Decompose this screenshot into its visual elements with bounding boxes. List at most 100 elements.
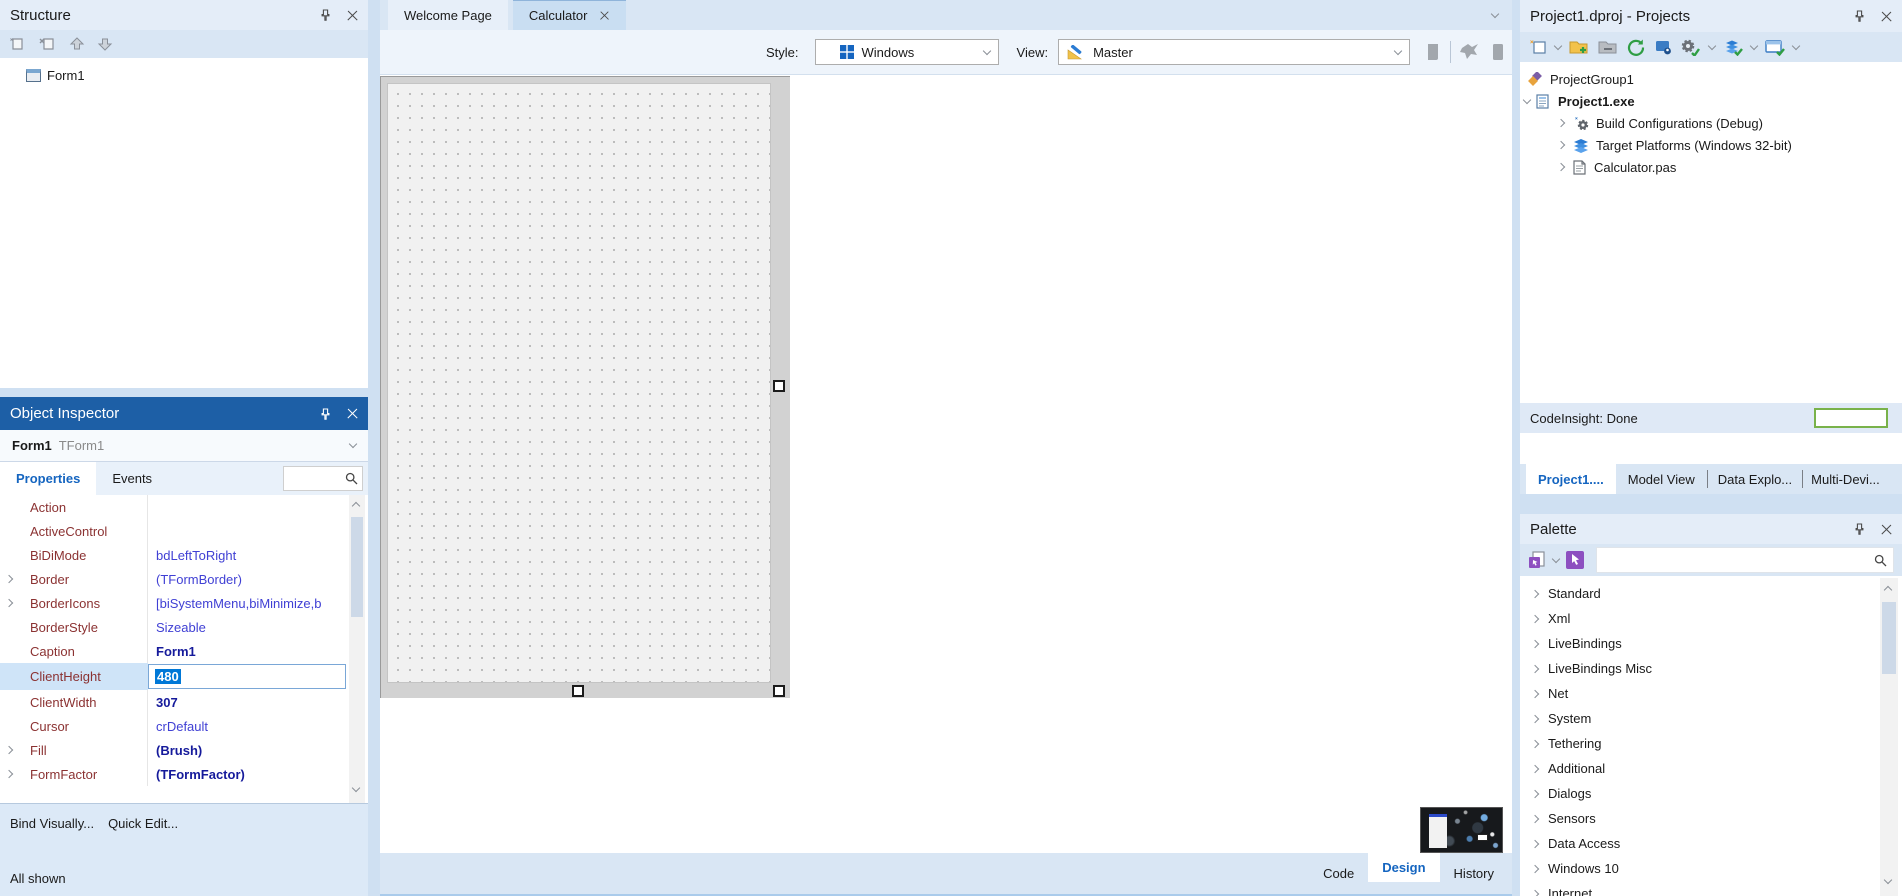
palette-scrollbar[interactable] [1880,578,1898,896]
tab-model-view[interactable]: Model View [1616,464,1707,494]
scroll-down-icon[interactable] [1883,875,1893,885]
chevron-down-icon[interactable] [1707,41,1717,50]
close-icon[interactable] [1881,11,1892,22]
palette-category[interactable]: Tethering [1530,731,1902,756]
left-splitter[interactable] [368,0,380,896]
palette-category[interactable]: Net [1530,681,1902,706]
expand-chevron-icon[interactable] [1530,689,1540,698]
resize-handle-corner[interactable] [773,685,785,697]
expand-chevron-icon[interactable] [1530,714,1540,723]
left-panel-splitter[interactable] [0,388,368,397]
property-value-editor[interactable]: 480 [148,664,346,689]
expand-chevron-icon[interactable] [1530,739,1540,748]
chevron-down-icon[interactable] [1749,41,1759,50]
tree-node-build-configurations[interactable]: Build Configurations (Debug) [1520,112,1902,134]
selection-tool-icon[interactable] [1565,550,1585,570]
close-icon[interactable] [1881,524,1892,535]
tab-events[interactable]: Events [96,462,168,495]
palette-category[interactable]: Additional [1530,756,1902,781]
pin-icon[interactable] [320,407,331,420]
design-tab[interactable]: Design [1368,853,1440,882]
pin-icon[interactable] [320,9,331,21]
inspector-scrollbar[interactable] [349,495,365,803]
disabled-run-icon[interactable] [1459,42,1481,62]
structure-node-form1[interactable]: Form1 [26,64,368,86]
form-designer-canvas[interactable] [380,76,790,698]
property-row[interactable]: ActiveControl [0,519,368,543]
palette-category[interactable]: LiveBindings Misc [1530,656,1902,681]
property-row-selected[interactable]: ClientHeight 480 [0,663,368,690]
expand-chevron-icon[interactable] [1530,589,1540,598]
model-support-icon[interactable] [1653,38,1673,56]
palette-category[interactable]: Dialogs [1530,781,1902,806]
resize-handle-right[interactable] [773,380,785,392]
property-row[interactable]: ClientWidth 307 [0,690,368,714]
platforms-icon[interactable] [1722,38,1744,56]
move-up-icon[interactable] [68,36,86,52]
pin-icon[interactable] [1854,523,1865,535]
expand-chevron-icon[interactable] [1530,789,1540,798]
designer-minimap[interactable] [1420,807,1503,853]
scrollbar-thumb[interactable] [351,517,363,617]
new-item-icon[interactable] [8,36,28,52]
property-row[interactable]: BorderStyle Sizeable [0,615,368,639]
right-panel-splitter[interactable] [1520,494,1902,514]
pin-icon[interactable] [1854,10,1865,22]
views-icon[interactable] [1764,38,1786,56]
tree-node-project-exe[interactable]: Project1.exe [1520,90,1902,112]
close-icon[interactable] [347,408,358,419]
expand-chevron-icon[interactable] [1530,839,1540,848]
property-row[interactable]: Action [0,495,368,519]
palette-search-input[interactable] [1596,547,1894,573]
tab-properties[interactable]: Properties [0,462,97,495]
scrollbar-thumb[interactable] [1882,602,1896,674]
property-row[interactable]: BiDiMode bdLeftToRight [0,543,368,567]
expand-chevron-icon[interactable] [1530,664,1540,673]
property-row[interactable]: Border (TFormBorder) [0,567,368,591]
add-to-project-icon[interactable] [1568,38,1590,56]
tab-data-explorer[interactable]: Data Explo... [1708,464,1802,494]
tree-node-projectgroup[interactable]: ProjectGroup1 [1520,68,1902,90]
property-row[interactable]: Fill (Brush) [0,738,368,762]
disabled-view-icon[interactable] [1491,42,1505,62]
new-project-icon[interactable] [1528,38,1548,56]
move-down-icon[interactable] [96,36,114,52]
chevron-down-icon[interactable] [1553,41,1563,50]
quick-edit-link[interactable]: Quick Edit... [108,816,178,831]
expand-chevron-icon[interactable] [1530,614,1540,623]
style-dropdown[interactable]: Windows [814,39,999,65]
component-page-icon[interactable] [1527,550,1547,570]
palette-category[interactable]: Xml [1530,606,1902,631]
palette-category[interactable]: Windows 10 [1530,856,1902,881]
chevron-down-icon[interactable] [1791,41,1801,50]
palette-category[interactable]: LiveBindings [1530,631,1902,656]
delete-item-icon[interactable] [38,36,58,52]
scroll-up-icon[interactable] [1883,585,1893,595]
palette-category[interactable]: Standard [1530,581,1902,606]
history-tab[interactable]: History [1440,859,1508,888]
collapse-chevron-icon[interactable] [1522,95,1532,104]
palette-category[interactable]: System [1530,706,1902,731]
chevron-down-icon[interactable] [348,439,358,449]
expand-chevron-icon[interactable] [1530,764,1540,773]
tab-list-chevron-icon[interactable] [1490,9,1500,18]
expand-chevron-icon[interactable] [1556,140,1566,150]
property-row[interactable]: BorderIcons [biSystemMenu,biMinimize,b [0,591,368,615]
close-icon[interactable] [347,10,358,21]
scroll-up-icon[interactable] [351,501,361,511]
tree-node-target-platforms[interactable]: Target Platforms (Windows 32-bit) [1520,134,1902,156]
remove-from-project-icon[interactable] [1597,38,1619,56]
resize-handle-bottom[interactable] [572,685,584,697]
bind-visually-link[interactable]: Bind Visually... [10,816,94,831]
view-dropdown[interactable]: Master [1058,39,1411,65]
tab-multi-device[interactable]: Multi-Devi... [1803,464,1888,494]
build-config-icon[interactable] [1680,38,1702,56]
close-tab-icon[interactable] [600,11,609,20]
tab-project1[interactable]: Project1.... [1526,464,1616,494]
expand-chevron-icon[interactable] [1530,814,1540,823]
property-row[interactable]: Cursor crDefault [0,714,368,738]
tab-calculator[interactable]: Calculator [512,0,627,30]
property-row[interactable]: Caption Form1 [0,639,368,663]
palette-category[interactable]: Data Access [1530,831,1902,856]
form-design-grid[interactable] [387,83,771,683]
